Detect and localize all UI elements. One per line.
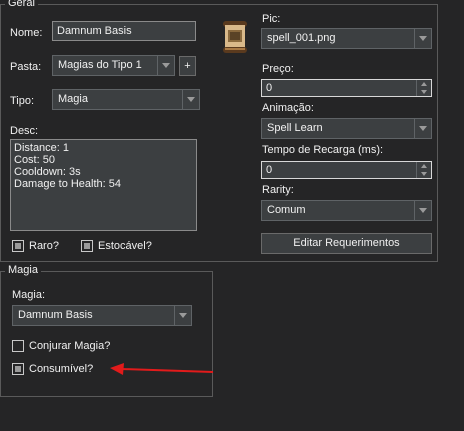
estocavel-checkbox[interactable]: Estocável? [81, 240, 152, 252]
chevron-down-icon[interactable] [414, 201, 431, 220]
desc-label: Desc: [10, 125, 39, 137]
preco-label: Preço: [262, 63, 294, 75]
tipo-select[interactable]: Magia [52, 89, 200, 110]
arrow-down-icon[interactable] [417, 88, 431, 96]
edit-requirements-button[interactable]: Editar Requerimentos [261, 233, 432, 254]
magia-select[interactable]: Damnum Basis [12, 305, 192, 326]
rarity-select[interactable]: Comum [261, 200, 432, 221]
rarity-select-value: Comum [267, 204, 306, 216]
geral-group-title: Geral [5, 0, 38, 9]
recarga-value: 0 [266, 164, 273, 176]
preco-spinner[interactable]: 0 [261, 79, 432, 97]
desc-line: Cost: 50 [14, 154, 55, 166]
pasta-label: Pasta: [10, 61, 42, 73]
raro-label: Raro? [29, 240, 59, 252]
magia-group-title: Magia [5, 264, 41, 276]
pic-select-value: spell_001.png [267, 32, 336, 44]
desc-line: Cooldown: 3s [14, 166, 81, 178]
magia-select-value: Damnum Basis [18, 309, 93, 321]
rarity-label: Rarity: [262, 184, 294, 196]
conjurar-checkbox-box[interactable] [12, 340, 24, 352]
chevron-down-icon[interactable] [182, 90, 199, 109]
pic-label: Pic: [262, 13, 281, 25]
recarga-spinner[interactable]: 0 [261, 161, 432, 179]
animacao-label: Animação: [262, 102, 314, 114]
add-folder-button[interactable]: + [179, 56, 196, 76]
animacao-select-value: Spell Learn [267, 122, 323, 134]
desc-line: Damage to Health: 54 [14, 178, 122, 190]
consumivel-checkbox[interactable]: Consumível? [12, 363, 93, 375]
magia-label: Magia: [12, 289, 46, 301]
pasta-select[interactable]: Magias do Tipo 1 [52, 55, 175, 76]
pic-select[interactable]: spell_001.png [261, 28, 432, 49]
raro-checkbox[interactable]: Raro? [12, 240, 59, 252]
conjurar-checkbox[interactable]: Conjurar Magia? [12, 340, 110, 352]
chevron-down-icon[interactable] [174, 306, 191, 325]
arrow-up-icon[interactable] [417, 80, 431, 88]
consumivel-label: Consumível? [29, 363, 94, 375]
chevron-down-icon[interactable] [414, 119, 431, 138]
preco-value: 0 [266, 82, 273, 94]
estocavel-checkbox-box[interactable] [81, 240, 93, 252]
recarga-label: Tempo de Recarga (ms): [262, 144, 384, 156]
conjurar-label: Conjurar Magia? [29, 340, 111, 352]
arrow-up-icon[interactable] [417, 162, 431, 170]
desc-line: Distance: 1 [14, 142, 70, 154]
pasta-select-value: Magias do Tipo 1 [58, 59, 142, 71]
arrow-down-icon[interactable] [417, 170, 431, 178]
raro-checkbox-box[interactable] [12, 240, 24, 252]
nome-label: Nome: [10, 27, 43, 39]
chevron-down-icon[interactable] [157, 56, 174, 75]
nome-field[interactable]: Damnum Basis [52, 21, 196, 41]
animacao-select[interactable]: Spell Learn [261, 118, 432, 139]
recarga-spinner-buttons[interactable] [416, 162, 431, 178]
consumivel-checkbox-box[interactable] [12, 363, 24, 375]
scroll-icon [218, 19, 252, 55]
tipo-label: Tipo: [10, 95, 35, 107]
red-arrow-icon [110, 363, 214, 375]
chevron-down-icon[interactable] [414, 29, 431, 48]
tipo-select-value: Magia [58, 93, 88, 105]
desc-textarea[interactable]: Distance: 1 Cost: 50 Cooldown: 3s Damage… [10, 139, 197, 231]
estocavel-label: Estocável? [98, 240, 152, 252]
preco-spinner-buttons[interactable] [416, 80, 431, 96]
